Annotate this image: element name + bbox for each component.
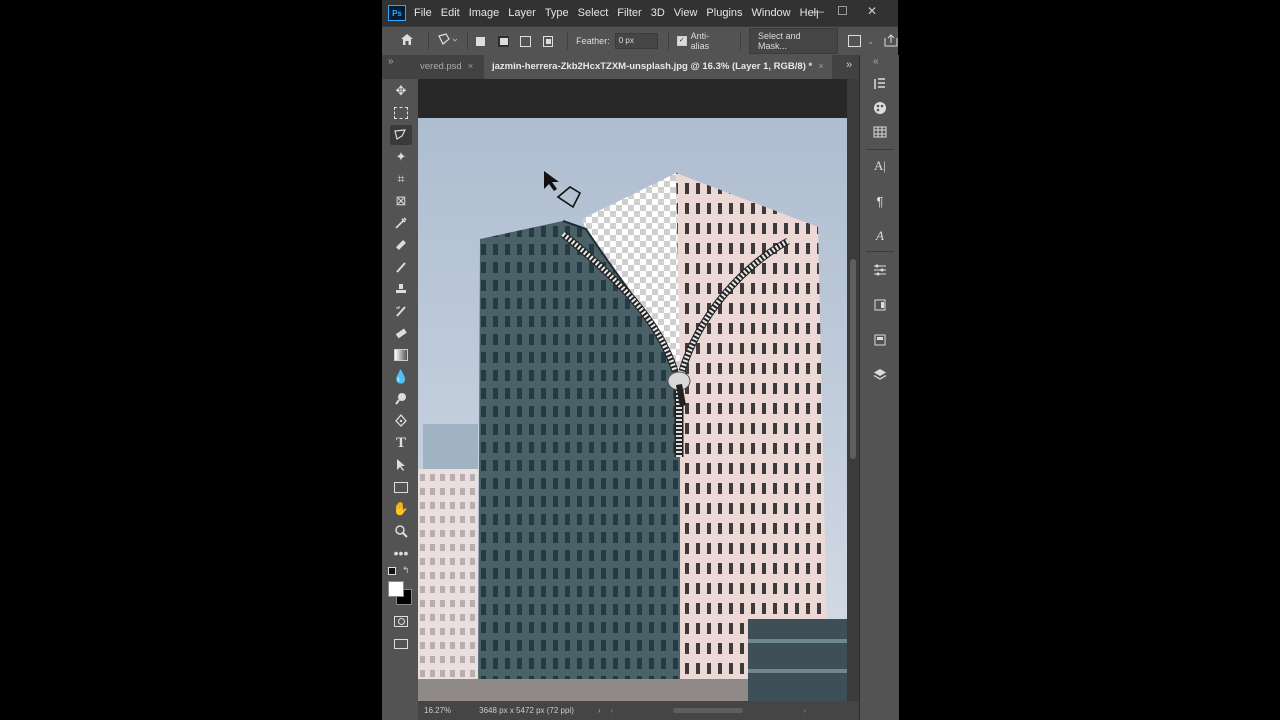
menu-view[interactable]: View (674, 7, 698, 19)
add-selection-icon[interactable] (496, 34, 510, 48)
character-icon[interactable]: A| (869, 155, 891, 177)
eyedropper-icon[interactable] (390, 213, 412, 233)
restore-button[interactable]: ☐ (837, 4, 848, 18)
antialias-checkbox[interactable]: ✓ (676, 36, 687, 46)
close-tab-icon[interactable]: × (818, 61, 824, 72)
hand-icon[interactable]: ✋ (390, 499, 412, 519)
hscroll-right-icon[interactable]: › (803, 706, 806, 715)
vertical-scrollbar[interactable] (847, 79, 859, 701)
app-logo: Ps (388, 5, 406, 21)
type-icon[interactable]: T (390, 433, 412, 453)
swatches-icon[interactable] (869, 121, 891, 143)
crop-icon[interactable]: ⌗ (390, 169, 412, 189)
subtract-selection-icon[interactable] (520, 35, 531, 47)
move-icon[interactable]: ✥ (390, 81, 412, 101)
zoom-level[interactable]: 16.27% (424, 706, 451, 715)
menu-edit[interactable]: Edit (441, 7, 460, 19)
menu-filter[interactable]: Filter (617, 7, 641, 19)
status-arrow-icon[interactable]: › (598, 706, 601, 715)
antialias-label: Anti-alias (690, 31, 710, 51)
blur-icon[interactable]: 💧 (390, 367, 412, 387)
color-icon[interactable] (869, 97, 891, 119)
tools-panel: ✥ ✦ ⌗ ⊠ 💧 T ✋ ••• ↰ (382, 79, 418, 720)
swap-colors-icon[interactable]: ↰ (402, 565, 410, 576)
building-photo (418, 118, 847, 701)
eraser-icon[interactable] (390, 323, 412, 343)
menu-type[interactable]: Type (545, 7, 569, 19)
history-brush-icon[interactable] (390, 301, 412, 321)
collapse-panels-icon[interactable]: « (873, 56, 879, 67)
panel-dock: « A| ¶ A (859, 55, 899, 720)
rectangle-icon[interactable] (390, 477, 412, 497)
tab-label: jazmin-herrera-Zkb2HcxTZXM-unsplash.jpg … (492, 61, 813, 72)
magic-wand-icon[interactable]: ✦ (390, 147, 412, 167)
tab-overflow-icon[interactable]: » (846, 59, 852, 71)
new-selection-icon[interactable] (475, 36, 485, 46)
status-bar: 16.27% 3648 px x 5472 px (72 ppi) › ‹ › (418, 701, 859, 720)
intersect-selection-icon[interactable] (542, 35, 554, 47)
foreground-color-swatch[interactable] (388, 581, 404, 597)
path-selection-icon[interactable] (390, 455, 412, 475)
gradient-icon[interactable] (390, 345, 412, 365)
dodge-icon[interactable] (390, 389, 412, 409)
menu-image[interactable]: Image (469, 7, 500, 19)
libraries-icon[interactable] (869, 294, 891, 316)
more-tools-icon[interactable]: ••• (390, 543, 412, 563)
options-bar: Feather: 0 px ✓ Anti-alias Select and Ma… (382, 26, 898, 56)
menu-file[interactable]: File (414, 7, 432, 19)
scroll-thumb[interactable] (850, 259, 856, 459)
workspace-icon[interactable] (847, 35, 862, 47)
polygonal-lasso-icon[interactable] (390, 125, 412, 145)
layers-icon[interactable] (869, 363, 891, 385)
zoom-icon[interactable] (390, 521, 412, 541)
quick-mask-icon[interactable] (390, 611, 412, 631)
brush-icon[interactable] (390, 257, 412, 277)
marquee-icon[interactable] (390, 103, 412, 123)
properties-icon[interactable] (869, 329, 891, 351)
hscroll-left-icon[interactable]: ‹ (611, 706, 614, 715)
feather-label: Feather: (576, 36, 610, 46)
menu-window[interactable]: Window (752, 7, 791, 19)
frame-icon[interactable]: ⊠ (390, 191, 412, 211)
polygonal-lasso-preset-icon[interactable] (437, 32, 459, 50)
history-icon[interactable] (869, 73, 891, 95)
home-icon[interactable] (400, 33, 414, 49)
healing-brush-icon[interactable] (390, 235, 412, 255)
close-tab-icon[interactable]: × (468, 61, 474, 72)
select-and-mask-button[interactable]: Select and Mask... (748, 28, 838, 54)
document-info: 3648 px x 5472 px (72 ppi) (479, 706, 574, 715)
close-window-button[interactable]: ✕ (867, 4, 877, 18)
glyphs-icon[interactable]: A (869, 225, 891, 247)
menu-3d[interactable]: 3D (651, 7, 665, 19)
clone-stamp-icon[interactable] (390, 279, 412, 299)
menu-bar: Ps File Edit Image Layer Type Select Fil… (382, 0, 898, 26)
menu-plugins[interactable]: Plugins (706, 7, 742, 19)
minimize-button[interactable]: — (812, 4, 824, 18)
default-colors-icon[interactable] (388, 567, 396, 575)
adjustments-icon[interactable] (869, 259, 891, 281)
screen-mode-icon[interactable] (390, 634, 412, 654)
menu-select[interactable]: Select (578, 7, 609, 19)
tab-active-document[interactable]: jazmin-herrera-Zkb2HcxTZXM-unsplash.jpg … (484, 55, 832, 79)
document-canvas[interactable] (418, 79, 847, 701)
paragraph-icon[interactable]: ¶ (869, 190, 891, 212)
collapse-toolbar-icon[interactable]: » (388, 56, 394, 67)
tab-layered-psd[interactable]: vered.psd × (412, 55, 481, 79)
workspace-dropdown-icon[interactable]: ⌄ (867, 37, 874, 46)
menu-layer[interactable]: Layer (508, 7, 536, 19)
document-tabs: » vered.psd × jazmin-herrera-Zkb2HcxTZXM-… (382, 55, 898, 79)
photoshop-window: Ps File Edit Image Layer Type Select Fil… (382, 0, 899, 720)
pen-icon[interactable] (390, 411, 412, 431)
tab-label: vered.psd (420, 61, 462, 72)
share-icon[interactable] (884, 33, 898, 49)
feather-input[interactable]: 0 px (614, 33, 658, 49)
horizontal-scroll-thumb[interactable] (673, 708, 744, 713)
